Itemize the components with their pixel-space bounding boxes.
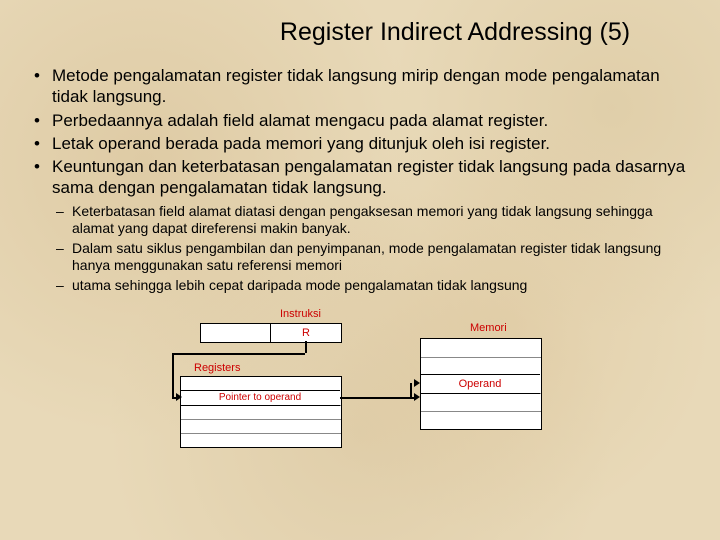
bullet-4-text: Keuntungan dan keterbatasan pengalamatan…	[52, 157, 685, 197]
registers-table	[180, 376, 342, 448]
diagram: Instruksi Memori Registers R Operand Poi…	[170, 308, 550, 448]
label-instruksi: Instruksi	[280, 308, 321, 320]
bullet-1: Metode pengalamatan register tidak langs…	[30, 65, 690, 108]
sub-3: utama sehingga lebih cepat daripada mode…	[52, 277, 690, 295]
bullet-2: Perbedaannya adalah field alamat mengacu…	[30, 110, 690, 131]
instr-r-box: R	[270, 323, 342, 343]
bullet-list: Metode pengalamatan register tidak langs…	[30, 65, 690, 294]
instr-opcode-box	[200, 323, 272, 343]
label-registers: Registers	[194, 362, 240, 374]
sub-2: Dalam satu siklus pengambilan dan penyim…	[52, 240, 690, 275]
memory-operand-cell: Operand	[420, 374, 540, 394]
bullet-4: Keuntungan dan keterbatasan pengalamatan…	[30, 156, 690, 294]
sub-1: Keterbatasan field alamat diatasi dengan…	[52, 203, 690, 238]
slide-title: Register Indirect Addressing (5)	[0, 0, 720, 55]
register-pointer-cell: Pointer to operand	[180, 390, 340, 406]
label-memori: Memori	[470, 322, 507, 334]
bullet-3: Letak operand berada pada memori yang di…	[30, 133, 690, 154]
sub-bullet-list: Keterbatasan field alamat diatasi dengan…	[52, 203, 690, 295]
